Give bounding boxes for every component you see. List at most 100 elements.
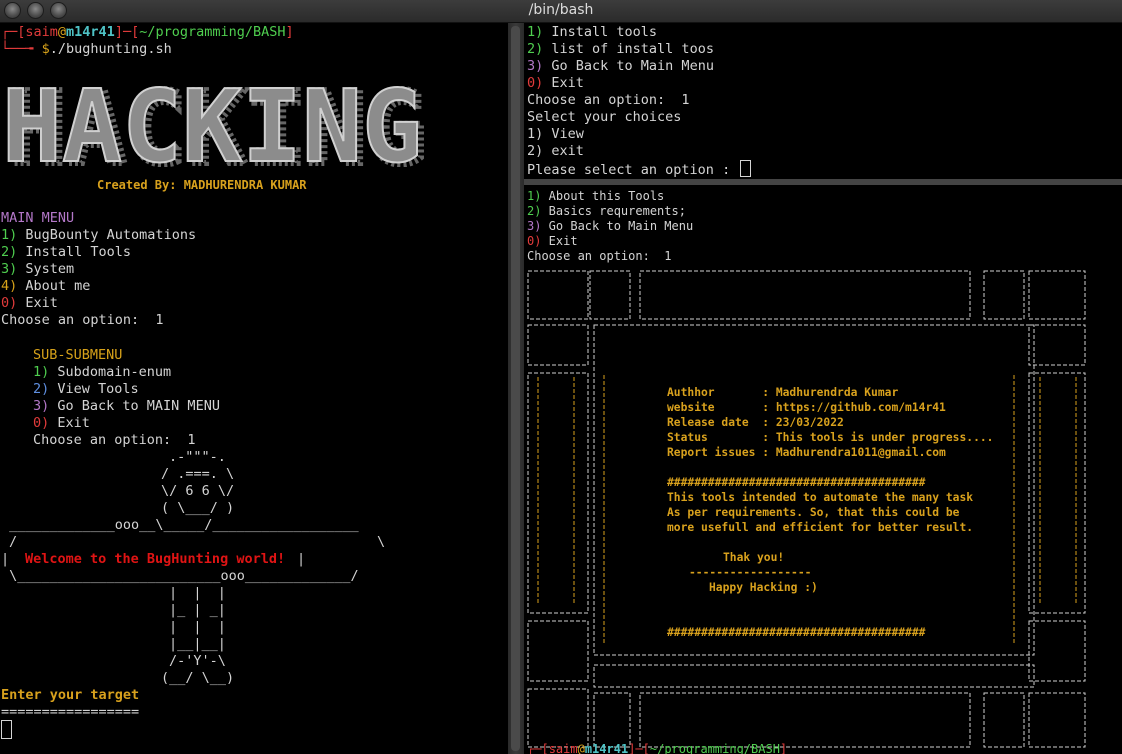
ascii-sign-bottom: \_________________________ooo___________…: [1, 568, 359, 584]
shell-prompt-line: ┌─[saim@m14r41]─[~/programming/BASH]: [527, 742, 787, 754]
shell-command-line: └──╼ $./bughunting.sh: [1, 41, 172, 58]
main-menu-prompt: Choose an option: 1: [1, 312, 164, 328]
ascii-sign-top: _____________ooo__\_____/_______________…: [1, 517, 359, 533]
main-menu-item-1: 1) BugBounty Automations: [1, 227, 196, 244]
item-number: 2): [527, 204, 542, 218]
item-number: 3): [527, 219, 542, 233]
item-label: About me: [17, 278, 91, 294]
about-menu-item-3: 3) Go Back to Main Menu: [527, 219, 693, 234]
item-number: 0): [527, 234, 542, 248]
about-thanks: Thak you!: [723, 551, 785, 564]
about-author: Authhor : Madhurendrda Kumar: [667, 385, 898, 400]
sub-menu-prompt: Choose an option: 1: [33, 432, 196, 448]
ascii-face-line: / .===. \: [161, 466, 235, 482]
item-label: View Tools: [49, 381, 139, 397]
terminal-cursor: [1, 720, 12, 739]
item-label: Exit: [49, 415, 90, 431]
select-choices-title: Select your choices: [527, 109, 682, 125]
about-dash-rule: ------------------: [689, 566, 812, 579]
terminal-pane-right-bottom[interactable]: 1) About this Tools 2) Basics requrement…: [524, 185, 1122, 754]
item-number: 0): [1, 295, 18, 311]
ascii-sign-bar: |: [1, 551, 10, 567]
ascii-legs-line: | | |: [169, 619, 226, 635]
prompt-host: m14r41: [66, 24, 115, 40]
created-by: Created By: MADHURENDRA KUMAR: [97, 178, 307, 192]
ascii-legs-line: |_ | _|: [169, 602, 226, 618]
prompt-open: ┌─[: [527, 742, 549, 754]
main-menu-item-3: 3) System: [1, 261, 74, 278]
sub-menu-title: SUB-SUBMENU: [33, 347, 123, 363]
main-menu-item-4: 4) About me: [1, 278, 90, 295]
item-label: About this Tools: [541, 189, 665, 203]
about-key: Status :: [667, 431, 776, 444]
ascii-sign-edge: \: [377, 534, 386, 550]
install-menu-item-1: 1) Install tools: [527, 24, 657, 41]
select-option-prompt: Please select an option :: [527, 162, 739, 178]
ascii-face-line: ( \___/ ): [161, 500, 235, 516]
about-description-line: This tools intended to automate the many…: [667, 491, 974, 504]
enter-target-label: Enter your target: [1, 687, 140, 703]
ascii-legs-line: /-'Y'-\: [169, 653, 226, 669]
item-label: Exit: [541, 234, 578, 248]
item-number: 0): [527, 75, 544, 91]
about-value: This tools is under progress....: [775, 431, 994, 444]
about-website: website : https://github.com/m14r41: [667, 400, 946, 415]
install-menu-item-2: 2) list of install toos: [527, 41, 714, 58]
item-label: Exit: [543, 75, 584, 91]
prompt-close: ]: [779, 742, 788, 754]
about-key: Report issues :: [667, 446, 776, 459]
item-number: 1): [1, 227, 18, 243]
prompt-arrow: └──╼: [1, 41, 42, 57]
item-number: 2): [527, 41, 544, 57]
item-number: 3): [33, 398, 50, 414]
item-label: list of install toos: [543, 41, 714, 57]
about-value: 23/03/2022: [775, 416, 844, 429]
about-release-date: Release date : 23/03/2022: [667, 415, 844, 430]
prompt-host: m14r41: [584, 742, 629, 754]
item-label: Install Tools: [17, 244, 132, 260]
about-hash-rule-bottom: ######################################: [667, 626, 926, 639]
about-value: Madhurendrda Kumar: [775, 386, 899, 399]
item-number: 0): [33, 415, 50, 431]
item-label: Go Back to MAIN MENU: [49, 398, 220, 414]
about-value: Madhurendra1011@gmail.com: [775, 446, 946, 459]
prompt-user: saim: [25, 24, 58, 40]
about-hash-rule: ######################################: [667, 476, 926, 489]
target-rule: =================: [1, 704, 140, 720]
terminal-pane-right-top[interactable]: 1) Install tools 2) list of install toos…: [524, 23, 1122, 179]
about-menu-item-1: 1) About this Tools: [527, 189, 664, 204]
about-description-line: more usefull and efficient for better re…: [667, 521, 974, 534]
window-title: /bin/bash: [528, 2, 594, 18]
prompt-sep: ]─[: [114, 24, 140, 40]
ascii-legs-line: (__/ \__): [161, 670, 235, 686]
ascii-legs-line: | | |: [169, 585, 226, 601]
about-key: Release date :: [667, 416, 776, 429]
about-report-issues: Report issues : Madhurendra1011@gmail.co…: [667, 445, 946, 460]
target-input[interactable]: [1, 720, 12, 740]
install-menu-item-3: 3) Go Back to Main Menu: [527, 58, 714, 75]
prompt-at: @: [577, 742, 585, 754]
prompt-dollar: $: [41, 41, 50, 57]
main-menu-title: MAIN MENU: [1, 210, 75, 226]
shell-command: ./bughunting.sh: [49, 41, 172, 57]
about-key: Authhor :: [667, 386, 776, 399]
prompt-at: @: [57, 24, 67, 40]
about-key: website :: [667, 401, 776, 414]
ascii-sign-edge: /: [9, 534, 18, 550]
ascii-face-line: \/ 6 6 \/: [161, 483, 235, 499]
item-number: 2): [33, 381, 50, 397]
select-option-input[interactable]: Please select an option :: [527, 160, 752, 179]
shell-prompt-line: ┌─[saim@m14r41]─[~/programming/BASH]: [1, 24, 294, 41]
prompt-sep: ]─[: [628, 742, 650, 754]
ascii-legs-line: |__|__|: [169, 636, 226, 652]
item-label: Subdomain-enum: [49, 364, 172, 380]
ascii-sign-bar: |: [297, 551, 306, 567]
terminal-pane-left[interactable]: ┌─[saim@m14r41]─[~/programming/BASH] └──…: [0, 23, 508, 754]
welcome-message: Welcome to the BugHunting world!: [25, 551, 286, 567]
item-label: Install tools: [543, 24, 658, 40]
about-description-line: As per requirements. So, that this could…: [667, 506, 960, 519]
item-label: BugBounty Automations: [17, 227, 197, 243]
scrollbar-vertical[interactable]: [511, 26, 520, 751]
item-label: Go Back to Main Menu: [543, 58, 714, 74]
terminal-cursor: [740, 160, 752, 177]
